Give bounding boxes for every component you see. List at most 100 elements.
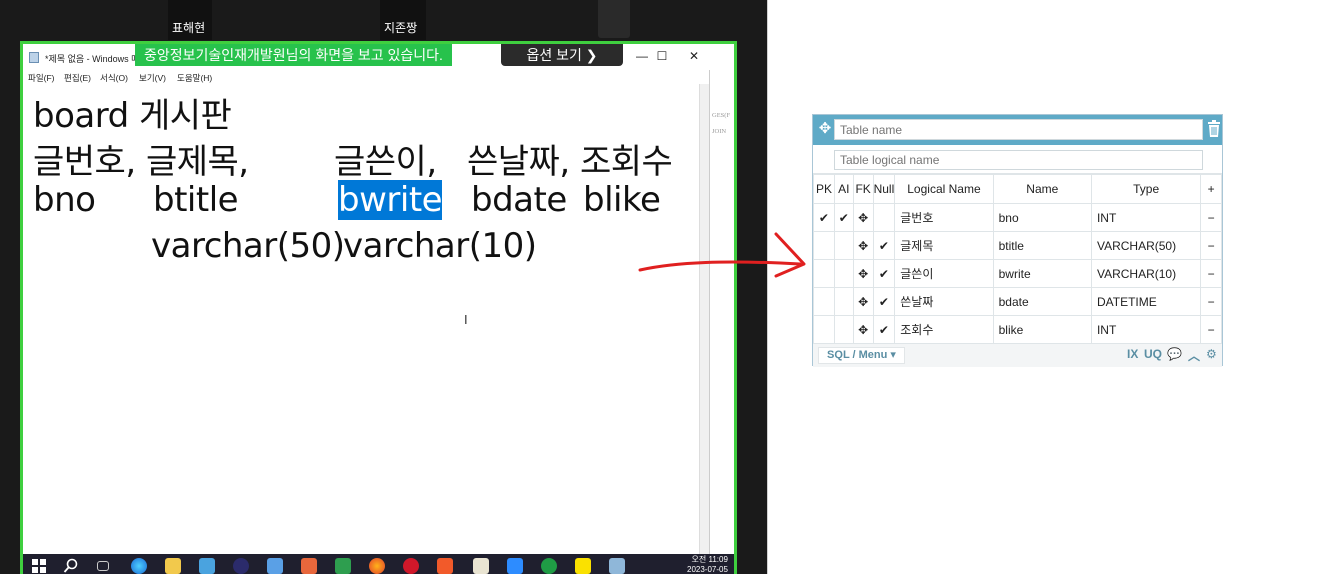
maximize-icon[interactable]: ☐ [653,49,671,63]
remove-column-icon[interactable]: − [1200,287,1222,316]
type-cell[interactable]: INT [1090,315,1202,344]
fk-move-icon[interactable]: ✥ [852,315,874,344]
table-row[interactable]: ✔ ✔ ✥ 글번호 bno INT − [813,203,1222,232]
app-icon[interactable] [473,558,489,574]
participant-name: 표해현 [172,21,206,35]
table-row[interactable]: ✥ ✔ 글제목 btitle VARCHAR(50) − [813,231,1222,260]
table-row[interactable]: ✥ ✔ 글쓴이 bwrite VARCHAR(10) − [813,259,1222,288]
logical-name-cell[interactable]: 쓴날짜 [894,287,994,316]
table-row[interactable]: ✥ ✔ 조회수 blike INT − [813,315,1222,344]
header-ai: AI [833,174,854,204]
null-check-icon[interactable]: ✔ [872,259,896,288]
search-icon[interactable] [63,558,79,574]
eclipse-icon[interactable] [233,558,249,574]
app-icon[interactable] [541,558,557,574]
view-options-button[interactable]: 옵션 보기 ❯ [501,44,623,66]
sql-menu-button[interactable]: SQL / Menu ▾ [818,347,905,364]
table-row[interactable]: ✥ ✔ 쓴날짜 bdate DATETIME − [813,287,1222,316]
ai-cell[interactable] [833,259,854,288]
fk-move-icon[interactable]: ✥ [852,287,874,316]
participant-thumb[interactable]: 표해현 [168,0,212,40]
remove-column-icon[interactable]: − [1200,259,1222,288]
null-check-icon[interactable]: ✔ [872,287,896,316]
menu-view[interactable]: 보기(V) [139,72,166,84]
notepad-taskbar-icon[interactable] [609,558,625,574]
add-column-icon[interactable]: + [1200,174,1222,204]
collapse-icon[interactable]: ︿ [1188,347,1200,364]
name-cell[interactable]: bdate [992,287,1092,316]
logical-name-cell[interactable]: 조회수 [894,315,994,344]
comment-icon[interactable]: 💬 [1167,347,1182,361]
clock-time: 오전 11:09 [691,555,728,564]
name-cell[interactable]: bno [992,203,1092,232]
move-icon[interactable]: ✥ [817,121,833,137]
settings-icon[interactable]: ⚙ [1206,347,1217,361]
brave-icon[interactable] [437,558,453,574]
participant-thumb[interactable]: 지존짱 [380,0,426,40]
menu-help[interactable]: 도움말(H) [177,72,212,84]
clock[interactable]: 오전 11:09 2023-07-05 [687,555,728,574]
type-cell[interactable]: DATETIME [1090,287,1202,316]
pk-cell[interactable] [813,231,835,260]
logical-name-cell[interactable]: 글쓴이 [894,259,994,288]
notepad-scrollbar[interactable] [699,84,709,554]
zoom-icon[interactable] [507,558,523,574]
notepad-text-area[interactable]: board 게시판 글번호, 글제목, 글쓴이, 쓴날짜, 조회수 bno bt… [23,86,699,554]
remove-column-icon[interactable]: − [1200,315,1222,344]
task-view-icon[interactable] [97,561,109,571]
folder-icon[interactable] [165,558,181,574]
app-icon[interactable] [301,558,317,574]
null-check-icon[interactable]: ✔ [872,315,896,344]
windows-start-icon[interactable] [31,558,47,574]
name-cell[interactable]: bwrite [992,259,1092,288]
firefox-icon[interactable] [369,558,385,574]
table-logical-name-input[interactable] [834,150,1203,170]
participant-thumb[interactable] [598,0,630,38]
pk-cell[interactable] [813,315,835,344]
null-cell[interactable] [872,203,896,232]
pk-check-icon[interactable]: ✔ [813,203,835,232]
trash-icon[interactable] [1206,120,1222,138]
header-fk: FK [852,174,874,204]
table-header-row: PK AI FK Null Logical Name Name Type + [813,174,1222,204]
logical-name-cell[interactable]: 글번호 [894,203,994,232]
minimize-icon[interactable]: — [633,49,651,63]
app-icon[interactable] [199,558,215,574]
remove-column-icon[interactable]: − [1200,203,1222,232]
type-cell[interactable]: INT [1090,203,1202,232]
ai-cell[interactable] [833,287,854,316]
ai-check-icon[interactable]: ✔ [833,203,854,232]
ai-cell[interactable] [833,231,854,260]
unique-button[interactable]: UQ [1144,347,1162,361]
kakaotalk-icon[interactable] [575,558,591,574]
opera-icon[interactable] [403,558,419,574]
table-name-input[interactable] [834,119,1203,140]
windows-taskbar: 오전 11:09 2023-07-05 [23,554,734,574]
excel-icon[interactable] [335,558,351,574]
erd-footer: SQL / Menu ▾ IX UQ 💬 ︿ ⚙ [813,343,1222,367]
edge-icon[interactable] [131,558,147,574]
menu-file[interactable]: 파일(F) [28,72,55,84]
fk-move-icon[interactable]: ✥ [852,203,874,232]
name-cell[interactable]: blike [992,315,1092,344]
shared-screen: *제목 없음 - Windows 메모장 — ☐ ✕ 중앙정보기술인재개발원님의… [20,41,737,574]
type-cell[interactable]: VARCHAR(10) [1090,259,1202,288]
fk-move-icon[interactable]: ✥ [852,259,874,288]
text-cursor-icon: I [464,312,468,327]
menu-edit[interactable]: 편집(E) [64,72,91,84]
fk-move-icon[interactable]: ✥ [852,231,874,260]
pk-cell[interactable] [813,259,835,288]
menu-format[interactable]: 서식(O) [100,72,128,84]
name-cell[interactable]: btitle [992,231,1092,260]
index-button[interactable]: IX [1127,347,1138,361]
ai-cell[interactable] [833,315,854,344]
erd-table: ✥ PK AI FK Null Logical Name [812,114,1223,367]
pk-cell[interactable] [813,287,835,316]
type-cell[interactable]: VARCHAR(50) [1090,231,1202,260]
screen: 표해현 지존짱 *제목 없음 - Windows 메모장 — ☐ ✕ 중앙정보기… [0,0,1339,574]
null-check-icon[interactable]: ✔ [872,231,896,260]
logical-name-cell[interactable]: 글제목 [894,231,994,260]
app-icon[interactable] [267,558,283,574]
remove-column-icon[interactable]: − [1200,231,1222,260]
close-icon[interactable]: ✕ [685,49,703,63]
